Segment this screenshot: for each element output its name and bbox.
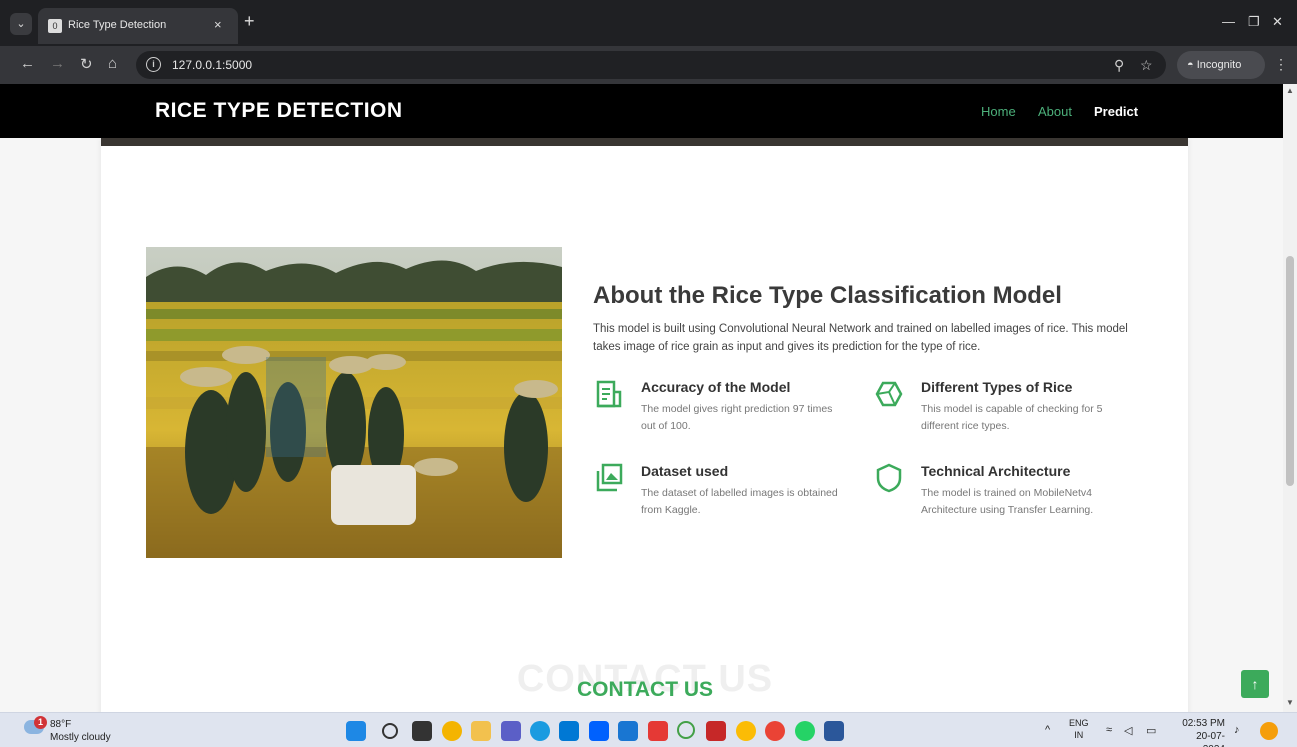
browser-tab-strip: ⌄ 0 Rice Type Detection × + — ❐ ✕ xyxy=(0,0,1297,46)
back-to-top-button[interactable]: ↑ xyxy=(1241,670,1269,698)
weather-temperature[interactable]: 88°F xyxy=(50,719,71,730)
nav-home[interactable]: Home xyxy=(981,104,1016,119)
store-icon[interactable] xyxy=(559,721,579,741)
scroll-thumb[interactable] xyxy=(1286,256,1294,486)
feature-text: The model is trained on MobileNetv4 Arch… xyxy=(921,487,1094,516)
battery-icon[interactable]: ▭ xyxy=(1146,724,1156,737)
incognito-label: Incognito xyxy=(1196,59,1242,71)
minimize-icon[interactable]: — xyxy=(1222,14,1235,29)
incognito-button[interactable]: ◓ Incognito xyxy=(1177,51,1265,79)
favicon-icon: 0 xyxy=(48,19,62,33)
forward-icon[interactable]: → xyxy=(50,55,65,72)
shield-icon xyxy=(876,463,902,493)
weather-condition[interactable]: Mostly cloudy xyxy=(50,732,111,743)
language-indicator[interactable]: ENG IN xyxy=(1069,717,1089,741)
bookmark-star-icon[interactable]: ☆ xyxy=(1140,57,1153,74)
feature-text: The model gives right prediction 97 time… xyxy=(641,403,833,432)
close-window-icon[interactable]: ✕ xyxy=(1272,14,1283,30)
task-view-icon[interactable] xyxy=(412,721,432,741)
contact-heading: CONTACT US xyxy=(576,678,714,701)
volume-icon[interactable]: ◁ xyxy=(1124,724,1132,737)
region-code: IN xyxy=(1074,730,1084,740)
chrome-profile-2-icon[interactable] xyxy=(765,721,785,741)
arrow-up-icon: ↑ xyxy=(1251,676,1259,692)
notification-app-icon[interactable] xyxy=(648,721,668,741)
browser-tab[interactable]: 0 Rice Type Detection × xyxy=(38,8,238,44)
feature-title: Accuracy of the Model xyxy=(641,379,791,395)
feature-title: Different Types of Rice xyxy=(921,379,1073,395)
chevron-up-icon[interactable]: ^ xyxy=(1045,724,1050,736)
clock-date: 20-07-2024 xyxy=(1196,731,1225,747)
rice-harvest-photo xyxy=(146,247,562,558)
tab-title: Rice Type Detection xyxy=(68,19,167,31)
about-description: This model is built using Convolutional … xyxy=(593,323,1128,353)
teams-icon[interactable] xyxy=(501,721,521,741)
scroll-up-icon[interactable]: ▲ xyxy=(1286,86,1294,95)
edge-icon[interactable] xyxy=(530,721,550,741)
reload-icon[interactable]: ↻ xyxy=(80,55,93,73)
feature-title: Dataset used xyxy=(641,463,729,479)
section-divider xyxy=(101,138,1188,146)
file-explorer-icon[interactable] xyxy=(471,721,491,741)
app-icon[interactable] xyxy=(706,721,726,741)
vscode-icon[interactable] xyxy=(618,721,638,741)
language-code: ENG xyxy=(1069,718,1089,728)
dropbox-icon[interactable] xyxy=(589,721,609,741)
home-icon[interactable]: ⌂ xyxy=(108,55,117,72)
image-gallery-icon xyxy=(596,463,623,492)
document-icon xyxy=(596,380,622,408)
new-tab-icon[interactable]: + xyxy=(244,12,255,30)
site-info-icon[interactable]: i xyxy=(146,57,161,72)
about-section: About the Rice Type Classification Model… xyxy=(101,138,1188,712)
address-bar[interactable]: i 127.0.0.1:5000 ⚲ ☆ xyxy=(136,51,1166,79)
search-icon[interactable] xyxy=(382,723,398,739)
circle-app-icon[interactable] xyxy=(677,721,695,739)
restore-icon[interactable]: ❐ xyxy=(1248,14,1260,30)
feature-title: Technical Architecture xyxy=(921,463,1071,479)
site-header: RICE TYPE DETECTION Home About Predict xyxy=(0,84,1283,138)
incognito-icon: ◓ xyxy=(1187,59,1197,71)
cube-icon xyxy=(875,381,903,407)
chrome-icon[interactable] xyxy=(442,721,462,741)
tab-close-icon[interactable]: × xyxy=(214,17,222,32)
word-icon[interactable] xyxy=(824,721,844,741)
zoom-icon[interactable]: ⚲ xyxy=(1114,57,1124,74)
page-viewport: RICE TYPE DETECTION Home About Predict A… xyxy=(0,84,1297,712)
browser-menu-icon[interactable]: ⋮ xyxy=(1274,56,1288,73)
nav-about[interactable]: About xyxy=(1038,104,1072,119)
page-scrollbar[interactable]: ▲ ▼ xyxy=(1283,84,1297,712)
tab-search-icon[interactable]: ⌄ xyxy=(10,13,32,35)
site-brand[interactable]: RICE TYPE DETECTION xyxy=(155,99,403,123)
feature-text: This model is capable of checking for 5 … xyxy=(921,403,1103,432)
clock-time: 02:53 PM xyxy=(1182,718,1225,729)
bell-icon[interactable]: ♪ xyxy=(1234,724,1240,736)
copilot-icon[interactable] xyxy=(1260,722,1278,740)
clock[interactable]: 02:53 PM 20-07-2024 xyxy=(1175,717,1225,747)
taskbar: 1 88°F Mostly cloudy ^ ENG IN ≈ ◁ ▭ 02:5… xyxy=(0,712,1297,747)
url-text[interactable]: 127.0.0.1:5000 xyxy=(172,58,252,72)
browser-toolbar: ← → ↻ ⌂ i 127.0.0.1:5000 ⚲ ☆ ◓ Incognito… xyxy=(0,46,1297,84)
back-icon[interactable]: ← xyxy=(20,55,35,72)
feature-text: The dataset of labelled images is obtain… xyxy=(641,487,838,516)
about-title: About the Rice Type Classification Model xyxy=(593,282,1062,309)
scroll-down-icon[interactable]: ▼ xyxy=(1286,698,1294,707)
windows-start-icon[interactable] xyxy=(346,721,366,741)
whatsapp-icon[interactable] xyxy=(795,721,815,741)
nav-predict[interactable]: Predict xyxy=(1094,104,1138,119)
wifi-icon[interactable]: ≈ xyxy=(1106,724,1112,736)
chrome-profile-icon[interactable] xyxy=(736,721,756,741)
weather-alert-badge: 1 xyxy=(34,716,47,729)
